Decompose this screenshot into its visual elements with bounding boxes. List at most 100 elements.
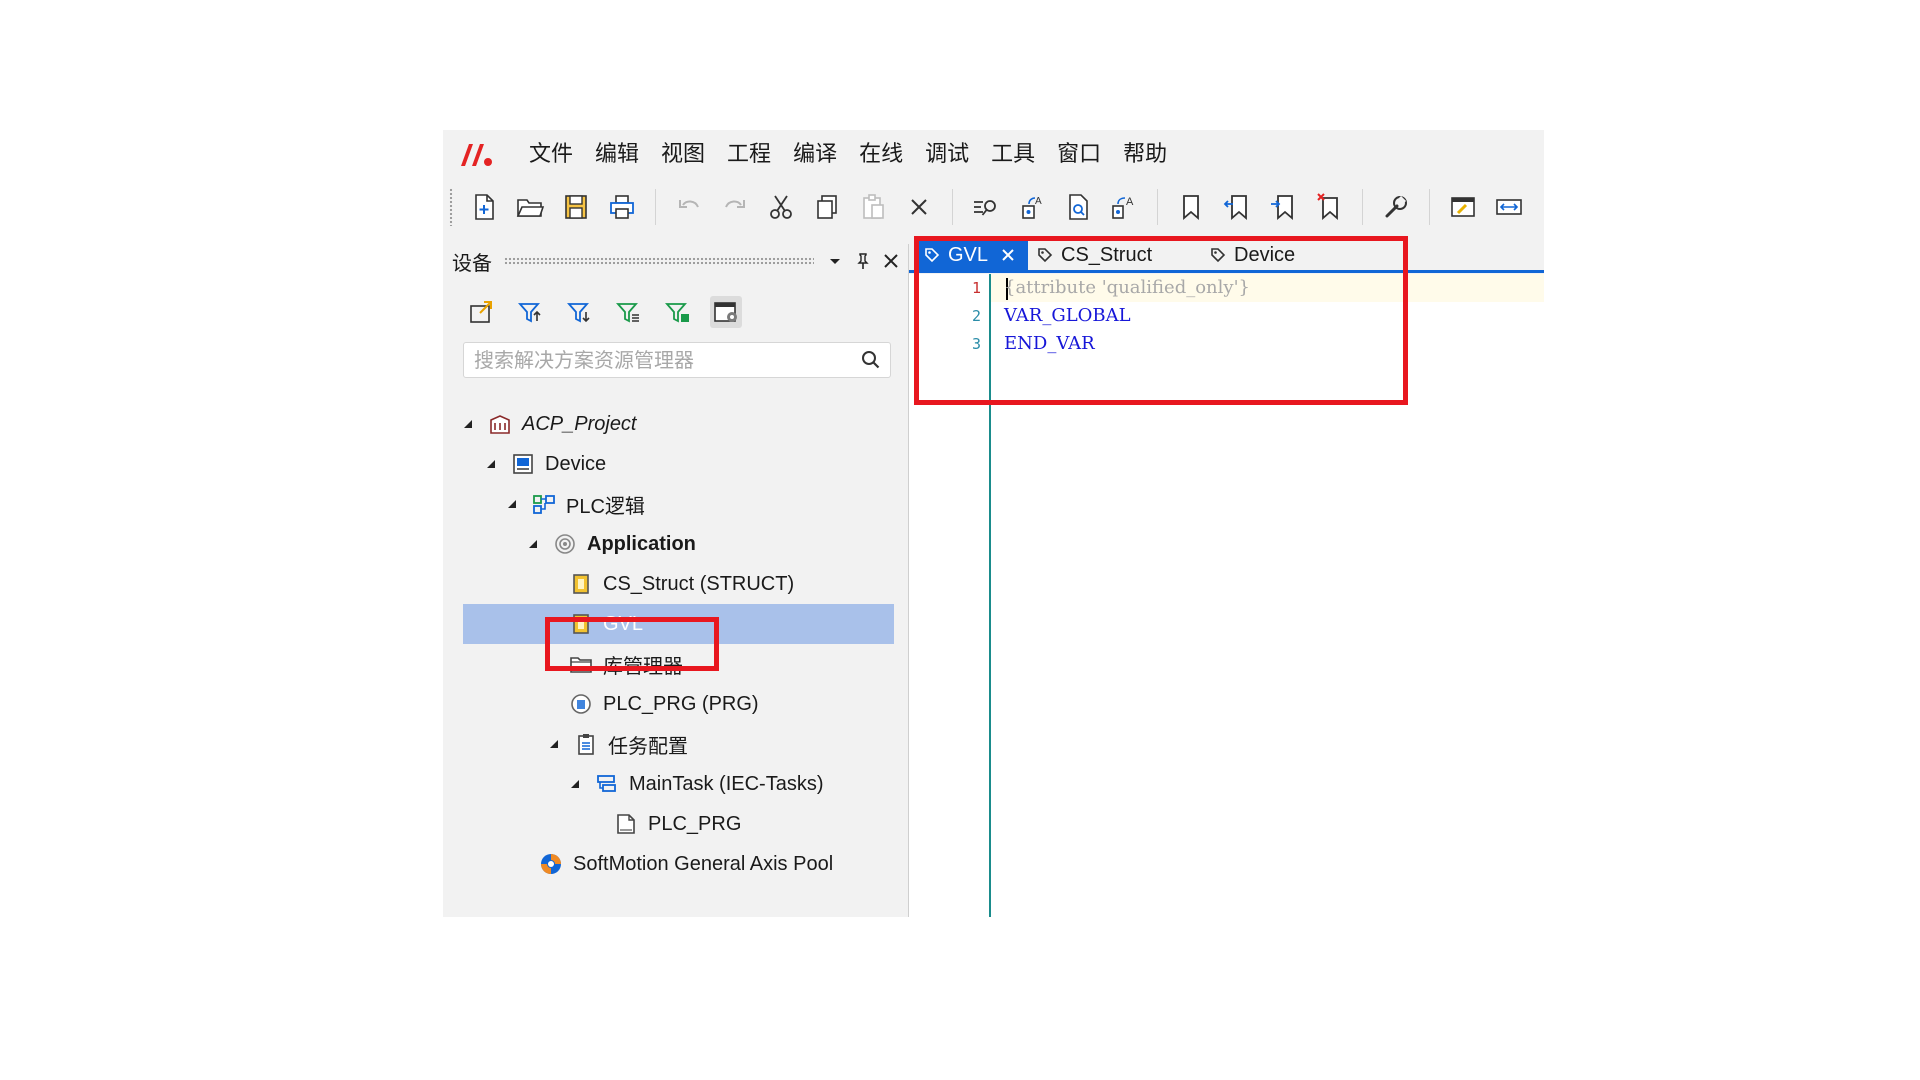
menu-help[interactable]: 帮助: [1112, 130, 1178, 178]
collapse-triangle-icon: [487, 460, 495, 468]
cut-icon: [770, 195, 792, 219]
tree-node-task-config[interactable]: 任务配置: [546, 724, 688, 764]
panel-header: 设备: [443, 244, 908, 278]
toolbar-separator: [1362, 189, 1363, 225]
replace-icon: A: [1022, 196, 1042, 219]
options-button[interactable]: [1377, 187, 1415, 227]
width-button[interactable]: [1490, 187, 1528, 227]
menu-bar: 文件 编辑 视图 工程 编译 在线 调试 工具 窗口 帮助: [443, 130, 1544, 178]
window-button[interactable]: [1444, 187, 1482, 227]
svg-text:A: A: [1126, 196, 1134, 208]
toggle-bookmark-button[interactable]: [1172, 187, 1210, 227]
toolbar: A A: [443, 178, 1544, 236]
close-icon: [884, 254, 898, 268]
tree-node-plc-prg-call[interactable]: PLC_PRG: [614, 804, 741, 844]
tree-node-application[interactable]: Application: [525, 524, 696, 564]
find-in-files-button[interactable]: [1059, 187, 1097, 227]
pin-icon: [857, 253, 869, 269]
tree-toggle[interactable]: [483, 456, 499, 472]
filter-down-button[interactable]: [563, 296, 595, 328]
save-button[interactable]: [557, 187, 595, 227]
open-button[interactable]: [511, 187, 549, 227]
toolbar-grip[interactable]: [449, 188, 453, 226]
tree-node-main-task[interactable]: MainTask (IEC-Tasks): [567, 764, 823, 804]
tree-toggle[interactable]: [525, 536, 541, 552]
tree-toggle[interactable]: [546, 736, 562, 752]
application-icon: [553, 532, 577, 556]
collapse-triangle-icon: [529, 540, 537, 548]
tree-node-plc-logic[interactable]: PLC逻辑: [504, 484, 645, 524]
toolbar-separator: [1157, 189, 1158, 225]
search-input[interactable]: [472, 343, 856, 379]
menu-tools[interactable]: 工具: [980, 130, 1046, 178]
filter-add-button[interactable]: [661, 296, 693, 328]
panel-settings-button[interactable]: [710, 296, 742, 328]
tree-label: PLC_PRG (PRG): [603, 692, 759, 715]
cut-button[interactable]: [762, 187, 800, 227]
tree-label: PLC逻辑: [566, 495, 645, 518]
toolbar-separator: [952, 189, 953, 225]
filter-up-button[interactable]: [514, 296, 546, 328]
panel-pin-button[interactable]: [852, 250, 874, 272]
project-icon: [488, 412, 512, 436]
tree-node-softmotion-axis-pool[interactable]: SoftMotion General Axis Pool: [539, 844, 833, 884]
new-file-button[interactable]: [465, 187, 503, 227]
search-icon[interactable]: [860, 349, 882, 371]
tree-label: PLC_PRG: [648, 812, 742, 835]
panel-grip[interactable]: [504, 257, 814, 265]
find-in-file-icon: [1069, 194, 1088, 220]
panel-title: 设备: [452, 252, 492, 275]
paste-button[interactable]: [854, 187, 892, 227]
panel-menu-button[interactable]: [824, 250, 846, 272]
find-icon: [974, 200, 996, 216]
print-button[interactable]: [603, 187, 641, 227]
svg-text:A: A: [1035, 196, 1042, 207]
filter-list-button[interactable]: [612, 296, 644, 328]
panel-toolbar: [465, 296, 759, 328]
delete-button[interactable]: [900, 187, 938, 227]
undo-icon: [679, 200, 699, 208]
panel-close-button[interactable]: [880, 250, 902, 272]
menu-build[interactable]: 编译: [782, 130, 848, 178]
clear-bookmarks-button[interactable]: [1310, 187, 1348, 227]
tree-label: Application: [587, 532, 696, 555]
tree-node-acp-project[interactable]: ACP_Project: [460, 404, 637, 444]
toolbar-separator: [655, 189, 656, 225]
tree-toggle[interactable]: [567, 776, 583, 792]
tree-node-device[interactable]: Device: [483, 444, 606, 484]
tree-toggle[interactable]: [504, 496, 520, 512]
menu-edit[interactable]: 编辑: [584, 130, 650, 178]
menu-project[interactable]: 工程: [716, 130, 782, 178]
copy-button[interactable]: [808, 187, 846, 227]
menu-view[interactable]: 视图: [650, 130, 716, 178]
collapse-triangle-icon: [550, 740, 558, 748]
new-file-icon: [475, 194, 494, 220]
replace-button[interactable]: A: [1013, 187, 1051, 227]
collapse-triangle-icon: [464, 420, 472, 428]
undo-button[interactable]: [670, 187, 708, 227]
plc-logic-icon: [532, 492, 556, 516]
menu-debug[interactable]: 调试: [914, 130, 980, 178]
export-button[interactable]: [465, 296, 497, 328]
menu-file[interactable]: 文件: [518, 130, 584, 178]
tree-node-plc-prg[interactable]: PLC_PRG (PRG): [569, 684, 759, 724]
task-icon: [595, 772, 619, 796]
program-icon: [569, 692, 593, 716]
replace-in-files-button[interactable]: A: [1105, 187, 1143, 227]
replace-in-file-icon: A: [1112, 196, 1134, 219]
print-icon: [610, 195, 634, 219]
delete-icon: [911, 199, 927, 215]
find-button[interactable]: [967, 187, 1005, 227]
save-icon: [565, 195, 587, 219]
prev-bookmark-button[interactable]: [1218, 187, 1256, 227]
tree-node-cs-struct[interactable]: CS_Struct (STRUCT): [569, 564, 794, 604]
tree-toggle[interactable]: [460, 416, 476, 432]
redo-button[interactable]: [716, 187, 754, 227]
tree-label: SoftMotion General Axis Pool: [573, 852, 834, 875]
next-bookmark-button[interactable]: [1264, 187, 1302, 227]
filter-add-icon: [665, 303, 689, 323]
menu-online[interactable]: 在线: [848, 130, 914, 178]
menu-window[interactable]: 窗口: [1046, 130, 1112, 178]
logo-icon: [461, 144, 492, 166]
toolbar-separator: [1429, 189, 1430, 225]
